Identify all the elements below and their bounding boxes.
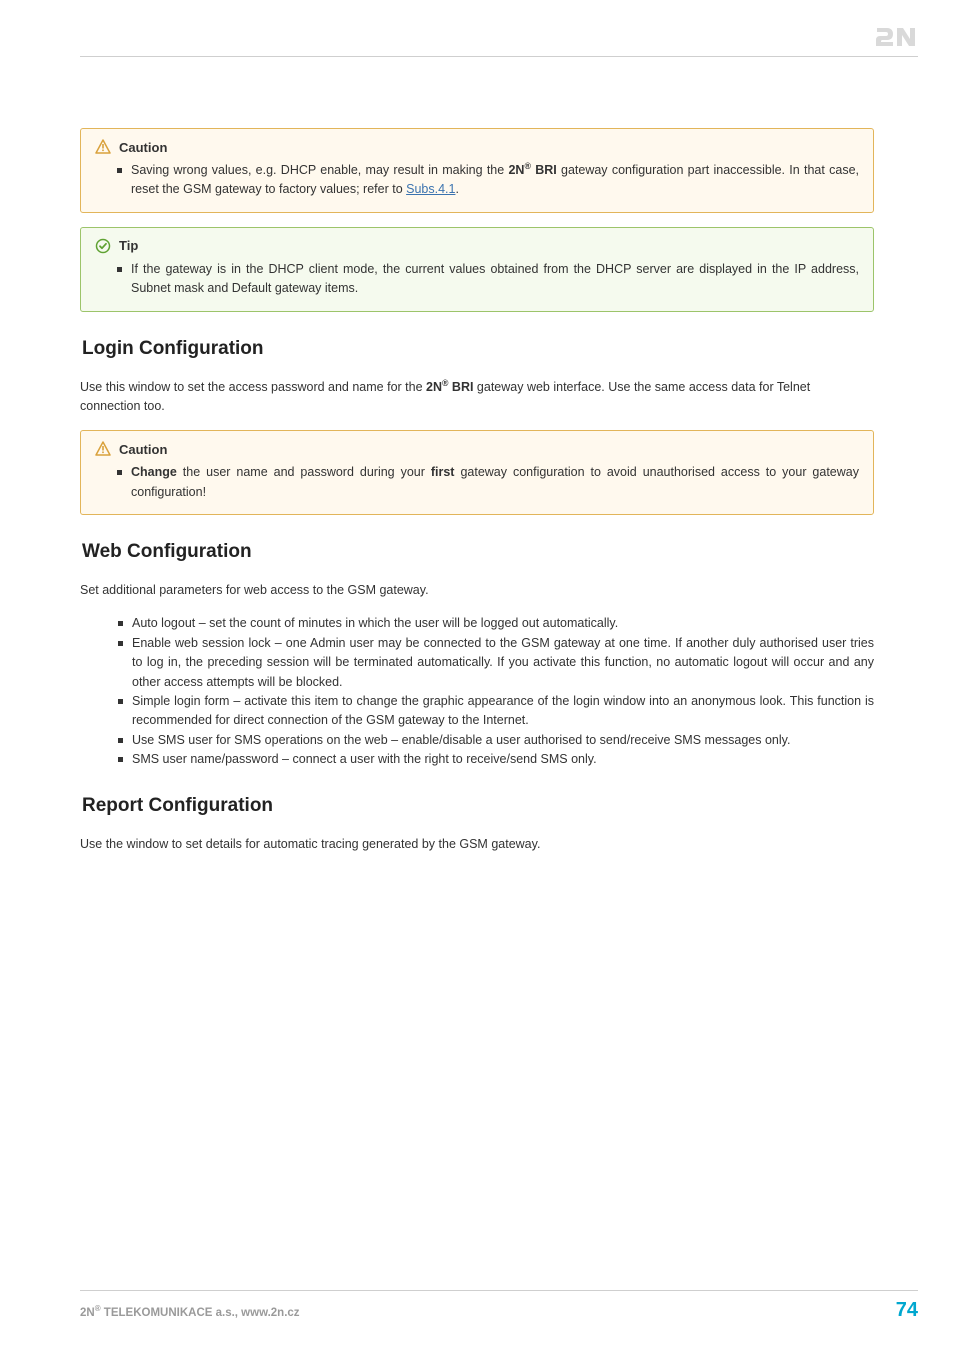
caution-item: Saving wrong values, e.g. DHCP enable, m… — [131, 161, 859, 200]
header-rule — [80, 56, 918, 57]
web-config-heading: Web Configuration — [82, 541, 874, 563]
footer-company-pre: 2N — [80, 1307, 95, 1319]
tip-title: Tip — [119, 238, 138, 253]
report-config-heading: Report Configuration — [82, 795, 874, 817]
report-config-paragraph: Use the window to set details for automa… — [80, 835, 874, 854]
page-footer: 2N® TELEKOMUNIKACE a.s., www.2n.cz 74 — [80, 1290, 918, 1322]
web-config-list: Auto logout – set the count of minutes i… — [80, 614, 874, 769]
list-item: Enable web session lock – one Admin user… — [132, 634, 874, 692]
check-icon — [95, 238, 111, 254]
web-config-paragraph: Set additional parameters for web access… — [80, 581, 874, 600]
text-bold: BRI — [531, 163, 557, 177]
brand-logo — [874, 26, 918, 50]
text-bold: first — [431, 465, 455, 479]
text-bold: 2N — [508, 163, 524, 177]
text-fragment: Saving wrong values, e.g. DHCP enable, m… — [131, 163, 508, 177]
footer-company: 2N® TELEKOMUNIKACE a.s., www.2n.cz — [80, 1304, 300, 1319]
warning-icon — [95, 139, 111, 155]
subs-4-1-link[interactable]: Subs.4.1 — [406, 182, 455, 196]
text-fragment: Use this window to set the access passwo… — [80, 380, 426, 394]
list-item: SMS user name/password – connect a user … — [132, 750, 874, 769]
list-item: Auto logout – set the count of minutes i… — [132, 614, 874, 633]
list-item: Use SMS user for SMS operations on the w… — [132, 731, 874, 750]
text-fragment: . — [455, 182, 458, 196]
caution-title: Caution — [119, 442, 167, 457]
page-number: 74 — [896, 1299, 918, 1322]
tip-callout: Tip If the gateway is in the DHCP client… — [80, 227, 874, 312]
tip-item: If the gateway is in the DHCP client mod… — [131, 260, 859, 299]
caution-title: Caution — [119, 140, 167, 155]
footer-company-post: TELEKOMUNIKACE a.s., www.2n.cz — [101, 1307, 300, 1319]
caution-callout-1: Caution Saving wrong values, e.g. DHCP e… — [80, 128, 874, 213]
caution-callout-2: Caution Change the user name and passwor… — [80, 430, 874, 515]
warning-icon — [95, 441, 111, 457]
login-config-paragraph: Use this window to set the access passwo… — [80, 378, 874, 417]
caution-item: Change the user name and password during… — [131, 463, 859, 502]
login-config-heading: Login Configuration — [82, 338, 874, 360]
text-bold: BRI — [448, 380, 473, 394]
list-item: Simple login form – activate this item t… — [132, 692, 874, 731]
text-bold: 2N — [426, 380, 442, 394]
text-fragment: the user name and password during your — [177, 465, 431, 479]
text-bold: Change — [131, 465, 177, 479]
